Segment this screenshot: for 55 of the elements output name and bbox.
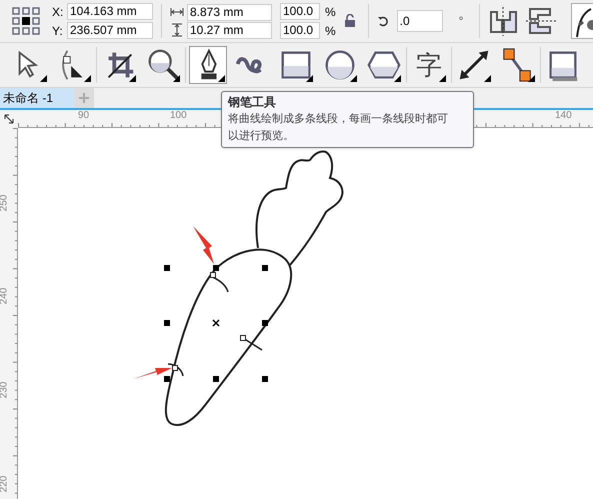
y-label: Y: (52, 22, 64, 40)
flyout-arrow-icon (394, 75, 401, 82)
scale-x-field[interactable]: 100.0 (280, 3, 320, 20)
arrow-pointer-icon (133, 368, 172, 379)
plus-icon (79, 93, 89, 103)
selection-handle[interactable] (164, 265, 170, 271)
reference-point-icon[interactable] (12, 7, 40, 35)
selection-handle[interactable] (164, 320, 170, 326)
flyout-arrow-icon (350, 75, 357, 82)
x-label: X: (52, 4, 64, 20)
selection-handle[interactable] (213, 376, 219, 382)
flyout-arrow-icon (306, 75, 313, 82)
percent-sign: % (325, 4, 336, 20)
node-handle[interactable] (240, 335, 246, 341)
mirror-horizontal-icon[interactable] (488, 6, 518, 36)
rotation-field[interactable]: .0 (396, 10, 443, 32)
rotate-icon (376, 15, 389, 27)
x-position-field[interactable]: 104.163 mm (67, 3, 153, 20)
node-handle[interactable] (172, 365, 178, 371)
document-tab[interactable]: 未命名 -1 (0, 88, 74, 108)
center-mark-icon (212, 319, 220, 327)
tooltip-text: 将曲线绘制成多条线段，每画一条线段时都可以进行预览。 (228, 112, 449, 144)
scale-y-field[interactable]: 100.0 (280, 22, 320, 39)
y-position-field[interactable]: 236.507 mm (67, 22, 153, 39)
width-icon (170, 7, 184, 17)
flyout-arrow-icon (129, 75, 136, 82)
flyout-arrow-icon (84, 75, 91, 82)
selection-handle[interactable] (213, 265, 219, 271)
width-field[interactable]: 8.873 mm (187, 4, 272, 20)
flyout-arrow-icon (439, 75, 446, 82)
tool-button[interactable] (189, 46, 227, 84)
ruler-label: 140 (555, 110, 572, 122)
node-handle[interactable] (210, 272, 216, 278)
mirror-vertical-icon[interactable] (526, 6, 556, 36)
curve-segment (168, 363, 184, 376)
selection-handle[interactable] (262, 376, 268, 382)
selection-handle[interactable] (262, 265, 268, 271)
selection-handle[interactable] (262, 320, 268, 326)
flyout-arrow-icon (173, 75, 180, 82)
tool-button[interactable]: 字 (410, 46, 448, 84)
ruler-label: 90 (78, 110, 90, 122)
height-icon (170, 23, 184, 37)
flyout-arrow-icon (218, 75, 225, 82)
degree-sign: ° (458, 13, 464, 30)
flyout-arrow-icon (484, 75, 491, 82)
arrow-pointer-icon (193, 226, 214, 264)
flyout-arrow-icon (528, 75, 535, 82)
selection-handle[interactable] (164, 376, 170, 382)
unlocked-padlock-icon[interactable] (344, 14, 356, 28)
percent-sign: % (325, 22, 336, 40)
ruler-origin-icon[interactable] (4, 114, 14, 124)
height-field[interactable]: 10.27 mm (187, 22, 272, 38)
flyout-arrow-icon (40, 75, 47, 82)
ruler-label: 100 (170, 110, 187, 122)
tooltip-title: 钢笔工具 (228, 94, 277, 111)
